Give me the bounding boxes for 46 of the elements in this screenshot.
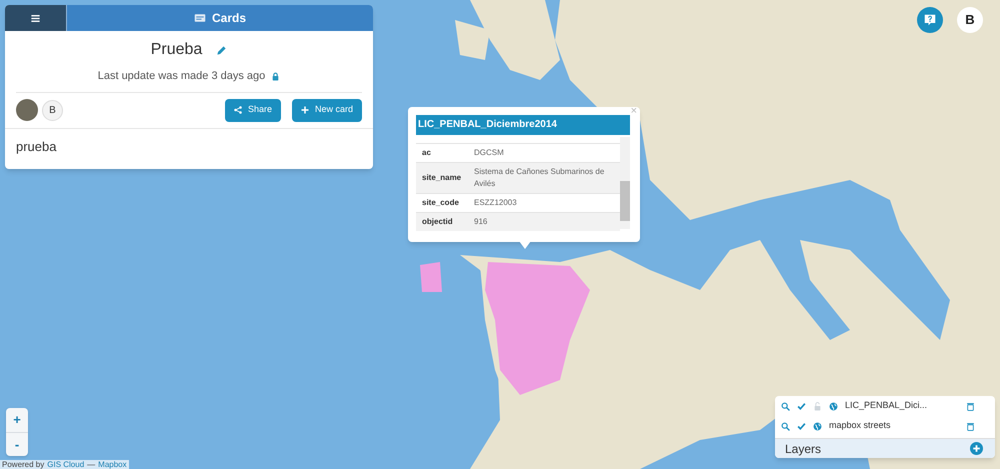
- trash-icon[interactable]: [966, 402, 975, 410]
- attribute-name: site_name: [422, 172, 462, 184]
- last-update-text: Last update was made 3 days ago: [98, 69, 266, 84]
- attribute-name: site_code: [422, 197, 460, 209]
- zoom-out-button[interactable]: -: [6, 432, 28, 456]
- card-title: Prueba: [150, 40, 202, 60]
- attribution-text: Powered by: [2, 460, 44, 469]
- zoom-in-button[interactable]: +: [6, 408, 28, 432]
- layer-name: LIC_PENBAL_Dici...: [845, 399, 928, 412]
- attribute-value: 916: [474, 216, 488, 228]
- menu-icon[interactable]: [30, 12, 41, 24]
- user-avatar: B: [42, 100, 63, 120]
- attribution-link[interactable]: GIS Cloud: [47, 460, 84, 469]
- attribute-value: ESZZ12003: [474, 197, 517, 209]
- globe-icon: [813, 422, 822, 430]
- popup-title: LIC_PENBAL_Diciembre2014: [416, 115, 630, 135]
- lock-icon: [271, 72, 280, 81]
- scrollbar[interactable]: [620, 137, 630, 229]
- cards-tab[interactable]: Cards: [66, 5, 373, 31]
- attribute-value: Sistema de Cañones Submarinos de Avilés: [474, 166, 606, 190]
- zoom-in-icon[interactable]: [781, 402, 790, 410]
- layer-row[interactable]: LIC_PENBAL_Dici...: [775, 396, 995, 416]
- check-icon[interactable]: [797, 422, 806, 430]
- layer-row[interactable]: mapbox streets: [775, 416, 995, 436]
- menu-button[interactable]: [5, 5, 66, 31]
- attribute-name: ac: [422, 147, 432, 159]
- pencil-icon[interactable]: [216, 44, 228, 56]
- add-layer-icon[interactable]: [970, 442, 983, 455]
- attribution-separator: —: [87, 460, 96, 469]
- card-icon: [194, 12, 206, 24]
- layers-title: Layers: [785, 440, 822, 458]
- zoom-in-icon[interactable]: [781, 422, 790, 430]
- layer-name: mapbox streets: [829, 419, 892, 432]
- help-bubble-icon[interactable]: [924, 14, 936, 26]
- card-description: prueba: [16, 138, 56, 154]
- share-button[interactable]: Share: [224, 98, 281, 122]
- globe-icon: [829, 402, 838, 410]
- avatar: [16, 99, 38, 121]
- attribute-value: DGCSM: [474, 147, 504, 159]
- attribution-link[interactable]: Mapbox: [98, 460, 127, 469]
- new-card-button[interactable]: New card: [292, 98, 362, 122]
- trash-icon[interactable]: [966, 422, 975, 430]
- plus-icon[interactable]: [300, 106, 309, 114]
- attribute-name: objectid: [422, 216, 454, 228]
- check-icon[interactable]: [797, 402, 806, 410]
- share-icon[interactable]: [234, 106, 242, 114]
